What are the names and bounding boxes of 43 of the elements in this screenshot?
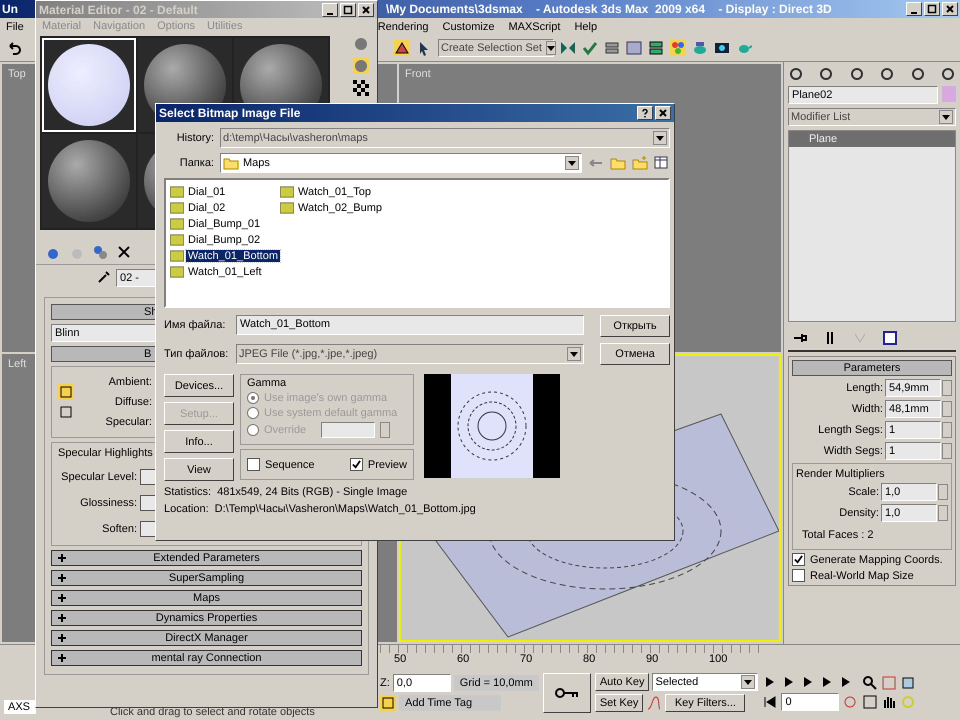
group-title: Gamma — [247, 377, 288, 389]
frame-number: 90 — [646, 653, 660, 665]
folder-label: Папка: — [178, 157, 214, 169]
checkbox-label: Preview — [368, 458, 407, 470]
checkbox-label: Generate Mapping Coords. — [810, 554, 943, 566]
frame-number: 80 — [583, 653, 596, 665]
total-faces-text: Total Faces : 2 — [801, 528, 875, 543]
parameter-label: Scale: — [848, 486, 879, 498]
parameter-label: Specular Level: — [61, 471, 137, 483]
color-label: Diffuse: — [114, 396, 152, 408]
window-title: \My Documents\3dsmax - Autodesk 3ds Max 2009 x64 - Display : Direct 3D — [386, 2, 832, 16]
parameter-label: Soften: — [102, 523, 137, 535]
grid-size-text: Grid = 10,0mm — [454, 675, 539, 691]
radio-label: Override — [264, 424, 306, 436]
frame-number: 100 — [709, 653, 727, 665]
parameter-label: Density: — [839, 507, 879, 519]
file-type-label: Тип файлов: — [164, 348, 230, 360]
group-title: Render Multipliers — [796, 468, 886, 480]
statistics-text: 481x549, 24 Bits (RGB) - Single Image — [217, 486, 408, 498]
window-title: Un — [2, 2, 18, 16]
parameter-label: Glossiness: — [80, 497, 137, 509]
statistics-label: Statistics: — [164, 486, 212, 498]
window-title: Material Editor - 02 - Default — [39, 2, 198, 16]
parameter-label: Width: — [852, 403, 883, 415]
checkbox-label: Real-World Map Size — [810, 570, 914, 582]
color-label: Ambient: — [108, 376, 152, 388]
radio-label: Use image's own gamma — [264, 392, 388, 404]
file-name-label: Имя файла: — [164, 319, 226, 331]
dialog-title: Select Bitmap Image File — [159, 106, 300, 120]
group-title: Specular Highlights — [58, 447, 154, 459]
location-text: D:\Temp\Часы\Vasheron\Maps\Watch_01_Bottom.jpg — [214, 503, 476, 515]
z-label: Z: — [380, 677, 390, 689]
radio-label: Use system default gamma — [264, 407, 398, 419]
location-label: Location: — [164, 503, 209, 515]
parameter-label: Length Segs: — [818, 424, 883, 436]
parameter-label: Length: — [846, 382, 883, 394]
history-label: History: — [176, 132, 214, 144]
checkbox-label: Sequence — [265, 458, 315, 470]
frame-number: 60 — [457, 653, 470, 665]
color-label: Specular: — [106, 416, 152, 428]
frame-number: 50 — [394, 653, 408, 665]
parameter-label: Width Segs: — [824, 445, 883, 457]
frame-number: 70 — [520, 653, 534, 665]
